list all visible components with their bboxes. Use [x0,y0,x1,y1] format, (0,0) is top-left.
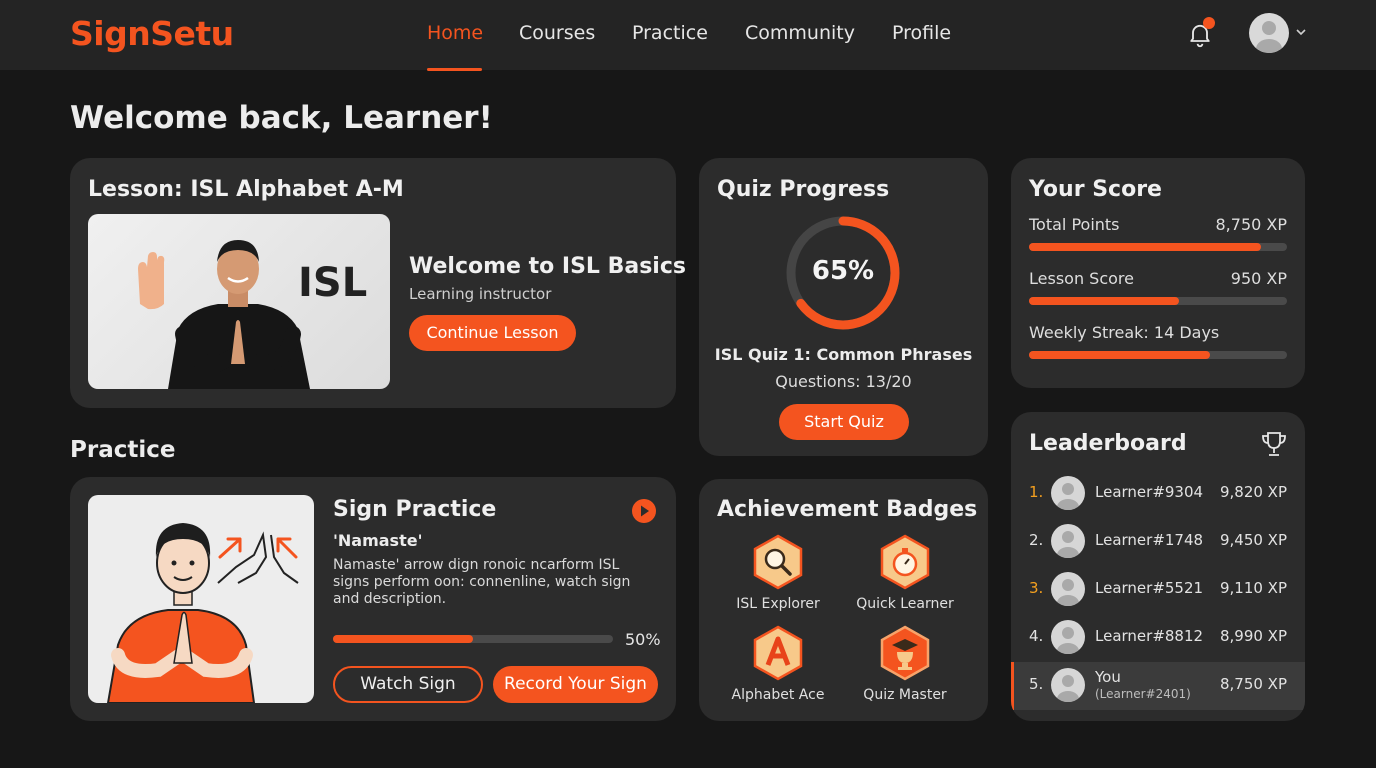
video-overlay-text: ISL [298,260,368,306]
badge-label: Quick Learner [856,596,954,612]
avatar [1051,668,1085,702]
nav-courses[interactable]: Courses [519,22,595,44]
nav-active-indicator [427,68,482,71]
leaderboard-name: You [1095,668,1121,686]
badge-alphabet-ace[interactable]: Alphabet Ace [718,625,838,703]
avatar [1051,524,1085,558]
score-card: Your Score Total Points 8,750 XP Lesson … [1011,158,1305,388]
avatar [1051,572,1085,606]
notification-dot [1203,17,1215,29]
sign-description-line-3: and description. [333,591,447,607]
leaderboard-row[interactable]: 4. Learner#8812 8,990 XP [1011,614,1305,662]
practice-progress-fill [333,635,473,643]
sign-description-line-2: signs perform oon: connenline, watch sig… [333,574,631,590]
total-points-bar [1029,243,1287,251]
leaderboard-subname: (Learner#2401) [1095,687,1191,701]
leaderboard-xp: 9,110 XP [1219,579,1287,597]
top-navigation-bar: SignSetu Home Courses Practice Community… [0,0,1376,71]
lesson-title: Lesson: ISL Alphabet A-M [88,177,404,202]
leaderboard-row[interactable]: 1. Learner#9304 9,820 XP [1011,470,1305,518]
magnifier-icon [753,534,803,590]
record-your-sign-button[interactable]: Record Your Sign [493,666,658,703]
badges-title: Achievement Badges [717,497,978,522]
leaderboard-title: Leaderboard [1029,431,1187,456]
practice-section-title: Practice [70,437,176,463]
lesson-score-bar [1029,297,1287,305]
letter-a-icon [753,625,803,681]
badge-label: Alphabet Ace [731,687,825,703]
lesson-score-bar-fill [1029,297,1179,305]
stopwatch-icon [880,534,930,590]
leaderboard-rank: 4. [1029,627,1044,645]
achievement-badges-card: Achievement Badges ISL Explorer Quick Le… [699,479,988,721]
lesson-heading: Welcome to ISL Basics [409,254,686,279]
leaderboard-name: Learner#1748 [1095,531,1204,549]
leaderboard-row[interactable]: 3. Learner#5521 9,110 XP [1011,566,1305,614]
namaste-illustration [88,495,314,703]
badge-quick-learner[interactable]: Quick Learner [845,534,965,612]
score-title: Your Score [1029,177,1162,202]
leaderboard-row-current-user[interactable]: 5. You (Learner#2401) 8,750 XP [1011,662,1305,710]
leaderboard-xp: 8,750 XP [1219,675,1287,693]
chevron-down-icon[interactable] [1295,27,1307,37]
quiz-name: ISL Quiz 1: Common Phrases [714,345,973,364]
nav-home[interactable]: Home [427,22,483,44]
avatar [1051,620,1085,654]
total-points-value: 8,750 XP [1215,215,1288,234]
quiz-percentage: 65% [811,256,875,286]
badge-isl-explorer[interactable]: ISL Explorer [718,534,838,612]
weekly-streak-label: Weekly Streak: 14 Days [1029,323,1220,342]
leaderboard-card: Leaderboard 1. Learner#9304 9,820 XP 2. … [1011,412,1305,721]
leaderboard-xp: 9,450 XP [1219,531,1287,549]
leaderboard-name: Learner#9304 [1095,483,1204,501]
watch-sign-button[interactable]: Watch Sign [333,666,483,703]
quiz-title: Quiz Progress [717,177,890,202]
leaderboard-xp: 9,820 XP [1219,483,1287,501]
leaderboard-row[interactable]: 2. Learner#1748 9,450 XP [1011,518,1305,566]
practice-progress-label: 50% [625,630,661,649]
badge-label: ISL Explorer [736,596,820,612]
leaderboard-xp: 8,990 XP [1219,627,1287,645]
page-title: Welcome back, Learner! [70,100,493,136]
lesson-subtitle: Learning instructor [409,285,552,303]
leaderboard-rank: 5. [1029,675,1044,693]
app-logo[interactable]: SignSetu [70,14,234,53]
sign-practice-card: Sign Practice 'Namaste' Namaste' arrow d… [70,477,676,721]
total-points-label: Total Points [1029,215,1120,234]
leaderboard-name: Learner#8812 [1095,627,1204,645]
badge-label: Quiz Master [863,687,947,703]
lesson-score-label: Lesson Score [1029,269,1134,288]
nav-profile[interactable]: Profile [892,22,951,44]
lesson-card: Lesson: ISL Alphabet A-M ISL Welcome to … [70,158,686,408]
badge-quiz-master[interactable]: Quiz Master [845,625,965,703]
play-icon[interactable] [631,498,657,524]
sign-name: 'Namaste' [333,531,423,550]
avatar [1051,476,1085,510]
leaderboard-rank: 3. [1029,579,1044,597]
leaderboard-rank: 2. [1029,531,1044,549]
sign-practice-title: Sign Practice [333,497,497,522]
leaderboard-name: Learner#5521 [1095,579,1204,597]
quiz-questions-count: Questions: 13/20 [775,372,912,391]
practice-progress-bar [333,635,613,643]
trophy-icon [1262,432,1286,456]
quiz-progress-card: Quiz Progress 65% ISL Quiz 1: Common Phr… [699,158,988,456]
weekly-streak-bar-fill [1029,351,1210,359]
user-avatar[interactable] [1249,13,1289,53]
nav-practice[interactable]: Practice [632,22,708,44]
lesson-score-value: 950 XP [1230,269,1287,288]
total-points-bar-fill [1029,243,1262,251]
sign-description-line-1: Namaste' arrow dign ronoic ncarform ISL [333,557,620,573]
weekly-streak-bar [1029,351,1287,359]
continue-lesson-button[interactable]: Continue Lesson [409,315,576,351]
nav-community[interactable]: Community [745,22,855,44]
leaderboard-rank: 1. [1029,483,1044,501]
graduation-trophy-icon [880,625,930,681]
person-namaste-illustration [106,523,299,703]
start-quiz-button[interactable]: Start Quiz [779,404,909,440]
lesson-video-thumbnail[interactable]: ISL [88,214,390,389]
